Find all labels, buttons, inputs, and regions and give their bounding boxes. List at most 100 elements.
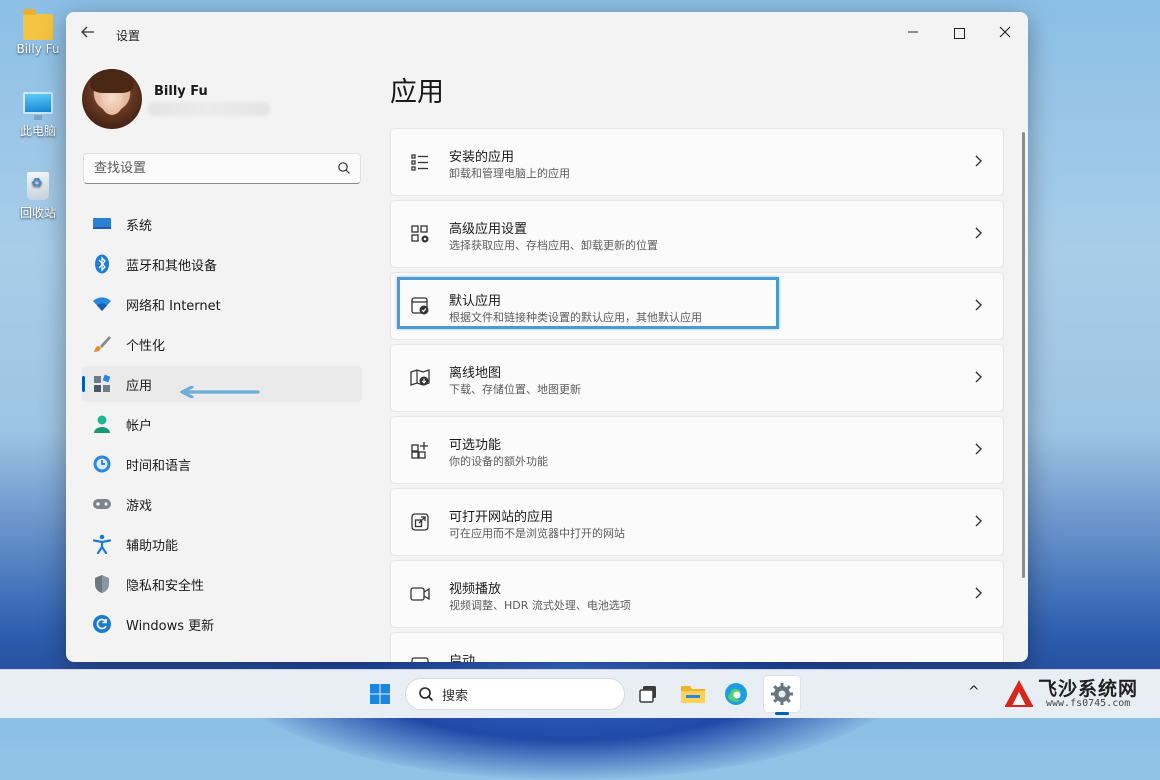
minimize-icon (908, 31, 918, 33)
sidebar-item-privacy[interactable]: 隐私和安全性 (82, 566, 362, 602)
task-view-button[interactable] (630, 676, 666, 712)
card-title: 可选功能 (449, 438, 502, 453)
account-icon (92, 414, 112, 434)
this-pc-icon (23, 92, 53, 120)
card-subtitle: 你的设备的额外功能 (449, 455, 548, 468)
user-email-blurred (148, 102, 270, 116)
card-subtitle: 可在应用而不是浏览器中打开的网站 (449, 527, 625, 540)
title-bar: 设置 (66, 12, 1028, 58)
start-icon (370, 684, 390, 704)
optional-features-icon (411, 442, 428, 459)
maximize-icon (953, 28, 965, 39)
sidebar-item-label: 辅助功能 (126, 538, 179, 554)
desktop-icon-this-pc[interactable]: 此电脑 (8, 92, 68, 139)
sidebar-item-bluetooth[interactable]: 蓝牙和其他设备 (82, 246, 362, 282)
desktop-icon-label: Billy Fu (16, 42, 60, 56)
settings-window: 设置 Billy Fu 系统 蓝牙和其他设 (66, 12, 1028, 662)
sidebar-item-network[interactable]: 网络和 Internet (82, 286, 362, 322)
card-subtitle: 卸载和管理电脑上的应用 (449, 167, 570, 180)
desktop-icon-label: 回收站 (19, 206, 56, 220)
card-optional-features[interactable]: 可选功能 你的设备的额外功能 (390, 416, 1004, 484)
watermark-logo-icon (1005, 680, 1033, 707)
advanced-app-settings-icon (411, 225, 429, 243)
offline-maps-icon (410, 369, 430, 386)
card-title: 启动 (449, 654, 476, 662)
sidebar-item-label: 应用 (126, 378, 153, 394)
edge-icon (725, 683, 747, 705)
settings-card-list: 安装的应用 卸载和管理电脑上的应用 高级应用设置 选择获取应用、存档应用、卸载更… (390, 128, 1004, 662)
sidebar-item-accounts[interactable]: 帐户 (82, 406, 362, 442)
watermark-name: 飞沙系统网 (1038, 678, 1139, 700)
search-icon[interactable] (337, 161, 351, 175)
avatar[interactable] (82, 69, 142, 129)
active-app-indicator (775, 712, 789, 715)
minimize-button[interactable] (890, 18, 936, 48)
default-apps-icon (411, 297, 429, 315)
taskbar-search-label: 搜索 (442, 688, 469, 704)
desktop-icon-user-folder[interactable]: Billy Fu (8, 9, 68, 56)
scrollbar[interactable] (1022, 132, 1025, 578)
sidebar-item-windows-update[interactable]: Windows 更新 (82, 606, 362, 642)
file-explorer-button[interactable] (675, 676, 711, 712)
sidebar-item-personalization[interactable]: 个性化 (82, 326, 362, 362)
card-offline-maps[interactable]: 离线地图 下载、存储位置、地图更新 (390, 344, 1004, 412)
chevron-right-icon (975, 371, 982, 383)
card-title: 安装的应用 (449, 150, 515, 165)
search-input[interactable] (84, 154, 334, 183)
tray-chevron-icon[interactable]: ^ (968, 684, 980, 700)
chevron-right-icon (975, 443, 982, 455)
card-startup[interactable]: 启动 (390, 632, 1004, 662)
folder-icon (23, 9, 53, 40)
card-title: 可打开网站的应用 (449, 510, 554, 525)
sidebar-item-gaming[interactable]: 游戏 (82, 486, 362, 522)
card-installed-apps[interactable]: 安装的应用 卸载和管理电脑上的应用 (390, 128, 1004, 196)
settings-taskbar-button[interactable] (764, 676, 800, 712)
sidebar-item-label: 时间和语言 (126, 458, 192, 474)
video-playback-icon (410, 587, 430, 601)
sidebar-item-system[interactable]: 系统 (82, 206, 362, 242)
card-title: 高级应用设置 (449, 222, 528, 237)
sidebar-item-time-language[interactable]: 时间和语言 (82, 446, 362, 482)
card-advanced-app-settings[interactable]: 高级应用设置 选择获取应用、存档应用、卸载更新的位置 (390, 200, 1004, 268)
watermark-url: www.fs0745.com (1046, 698, 1131, 709)
chevron-right-icon (975, 587, 982, 599)
search-icon (419, 687, 434, 702)
update-icon (92, 614, 112, 634)
time-language-icon (92, 454, 112, 474)
sidebar-item-label: 隐私和安全性 (126, 578, 205, 594)
card-subtitle: 根据文件和链接种类设置的默认应用，其他默认应用 (449, 311, 702, 324)
card-title: 默认应用 (449, 294, 502, 309)
close-button[interactable] (982, 18, 1028, 48)
settings-icon (771, 683, 793, 705)
gamepad-icon (92, 494, 112, 514)
installed-apps-icon (411, 154, 428, 171)
card-subtitle: 下载、存储位置、地图更新 (449, 383, 581, 396)
sidebar-item-label: 个性化 (126, 338, 166, 354)
start-button[interactable] (362, 676, 398, 712)
taskbar-search[interactable]: 搜索 (405, 678, 625, 710)
shield-icon (92, 574, 112, 594)
apps-icon (92, 374, 112, 394)
maximize-button[interactable] (936, 18, 982, 48)
apps-for-websites-icon (411, 513, 429, 531)
annotation-arrow-icon (180, 386, 260, 398)
close-icon (999, 26, 1011, 38)
card-video-playback[interactable]: 视频播放 视频调整、HDR 流式处理、电池选项 (390, 560, 1004, 628)
sidebar-item-label: 游戏 (126, 498, 153, 514)
taskbar: 搜索 ^ (0, 669, 1160, 718)
card-default-apps[interactable]: 默认应用 根据文件和链接种类设置的默认应用，其他默认应用 (390, 272, 1004, 340)
edge-button[interactable] (718, 676, 754, 712)
sidebar-item-label: 网络和 Internet (126, 298, 221, 314)
page-title: 应用 (390, 77, 444, 108)
back-button[interactable] (80, 24, 100, 44)
recycle-bin-icon (27, 172, 49, 200)
sidebar-item-accessibility[interactable]: 辅助功能 (82, 526, 362, 562)
brush-icon (92, 334, 112, 354)
sidebar-item-label: Windows 更新 (126, 618, 215, 634)
card-apps-for-websites[interactable]: 可打开网站的应用 可在应用而不是浏览器中打开的网站 (390, 488, 1004, 556)
desktop-icon-recycle-bin[interactable]: 回收站 (8, 172, 68, 221)
watermark: 飞沙系统网 www.fs0745.com (1000, 672, 1160, 717)
bluetooth-icon (92, 254, 112, 274)
search-box[interactable] (83, 153, 361, 184)
chevron-right-icon (975, 155, 982, 167)
